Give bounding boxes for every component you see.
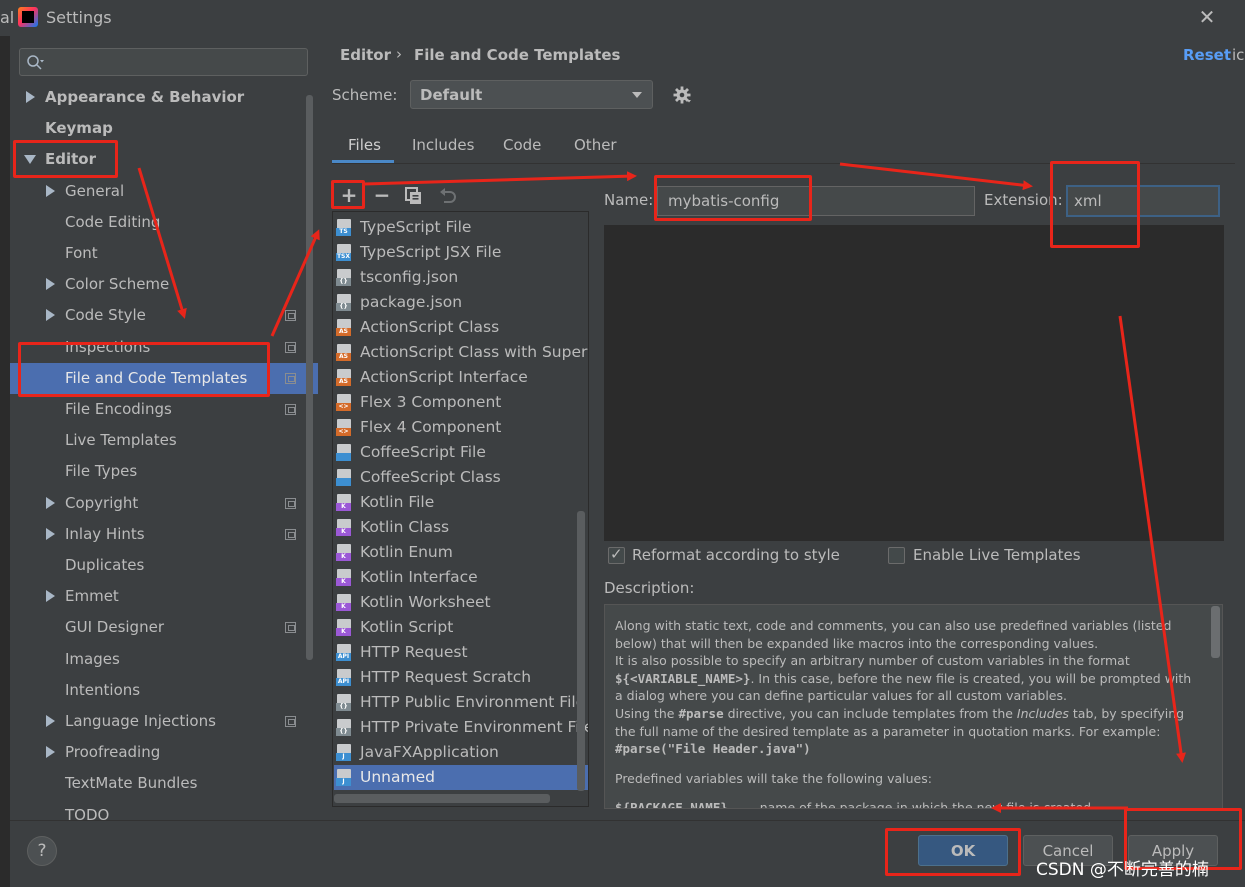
watermark: CSDN @不断完善的楠	[1036, 860, 1209, 880]
annotation-arrows	[137, 162, 1186, 813]
